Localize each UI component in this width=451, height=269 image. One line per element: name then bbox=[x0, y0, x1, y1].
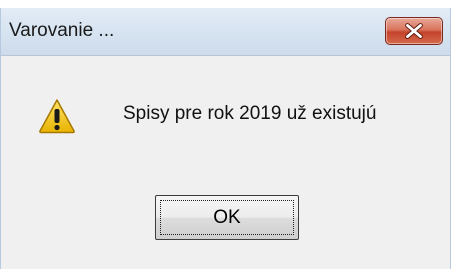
dialog-body: Spisy pre rok 2019 už existujú OK bbox=[1, 56, 450, 269]
ok-button-label: OK bbox=[213, 206, 241, 228]
warning-dialog: Varovanie ... Spisy pre rok 2019 už exis… bbox=[0, 8, 451, 269]
close-button[interactable] bbox=[385, 17, 443, 45]
title-bar[interactable]: Varovanie ... bbox=[1, 8, 450, 56]
warning-icon bbox=[39, 99, 75, 134]
dialog-title: Varovanie ... bbox=[9, 20, 115, 41]
close-icon bbox=[405, 23, 423, 39]
dialog-message: Spisy pre rok 2019 už existujú bbox=[123, 103, 377, 124]
focus-rectangle: OK bbox=[160, 200, 294, 235]
ok-button[interactable]: OK bbox=[155, 195, 299, 240]
